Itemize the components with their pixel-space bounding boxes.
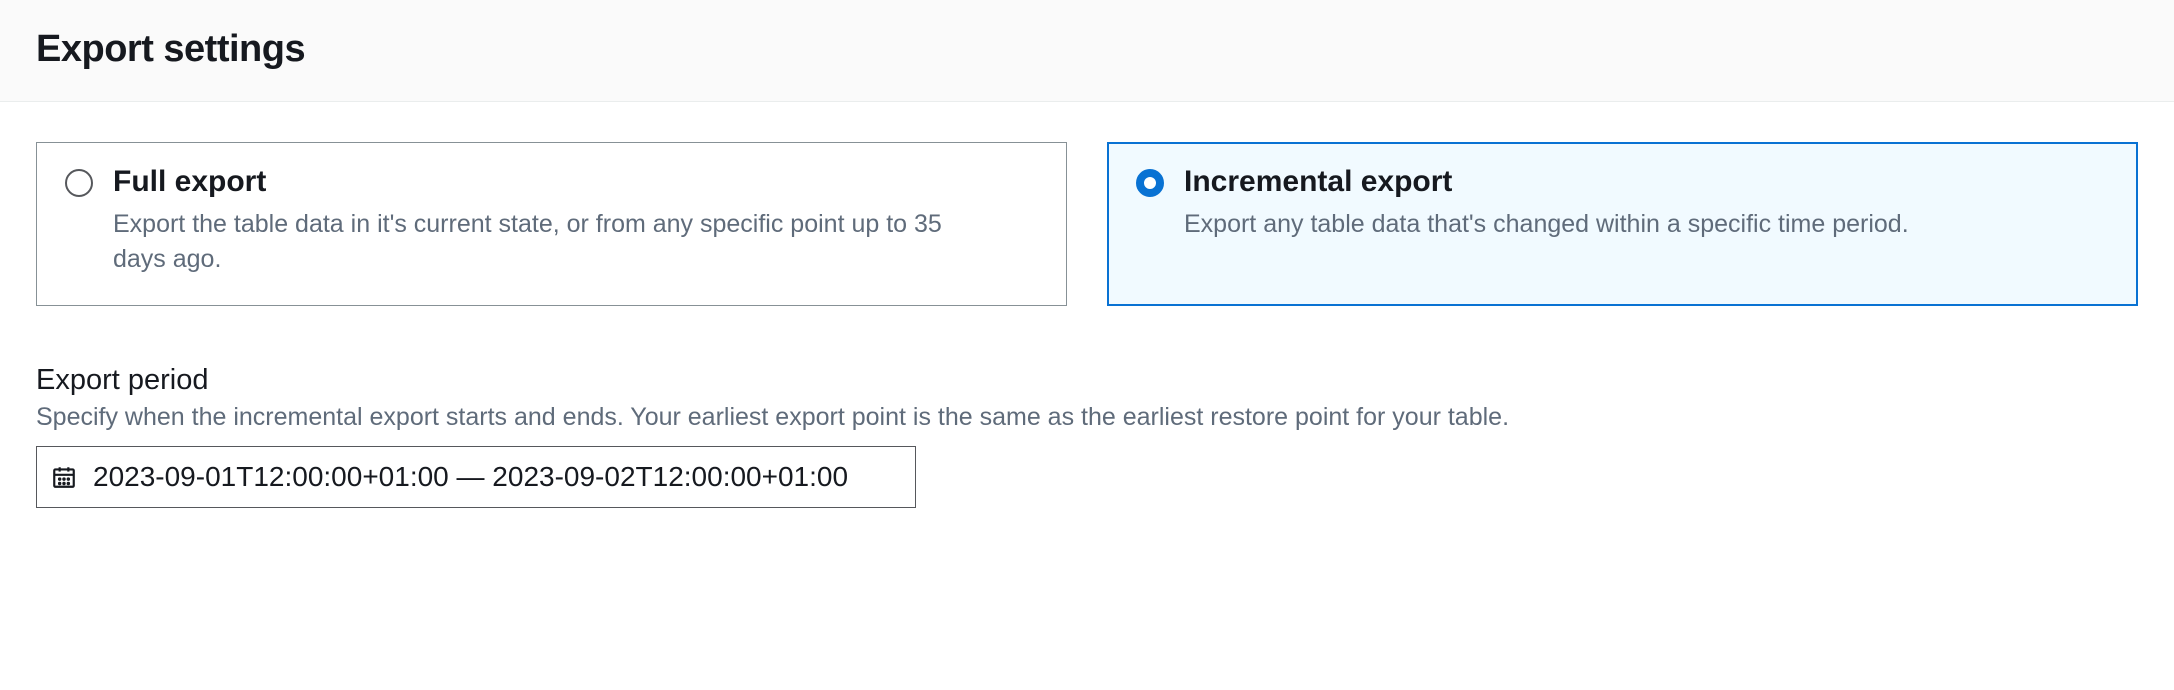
export-period-section: Export period Specify when the increment… <box>36 364 2138 508</box>
full-export-text: Full export Export the table data in it'… <box>113 165 1038 277</box>
export-period-label: Export period <box>36 364 2138 397</box>
incremental-export-option[interactable]: Incremental export Export any table data… <box>1107 142 2138 306</box>
incremental-export-title: Incremental export <box>1184 165 2109 199</box>
export-type-options: Full export Export the table data in it'… <box>36 142 2138 306</box>
incremental-export-text: Incremental export Export any table data… <box>1184 165 2109 242</box>
incremental-export-description: Export any table data that's changed wit… <box>1184 207 2063 242</box>
full-export-description: Export the table data in it's current st… <box>113 207 992 277</box>
settings-content: Full export Export the table data in it'… <box>0 102 2174 508</box>
export-period-input[interactable]: 2023-09-01T12:00:00+01:00 — 2023-09-02T1… <box>36 446 916 508</box>
export-period-value: 2023-09-01T12:00:00+01:00 — 2023-09-02T1… <box>93 461 848 493</box>
full-export-title: Full export <box>113 165 1038 199</box>
full-export-option[interactable]: Full export Export the table data in it'… <box>36 142 1067 306</box>
radio-unselected-icon <box>65 169 93 197</box>
page-title: Export settings <box>36 28 2138 71</box>
calendar-icon <box>51 464 79 490</box>
settings-header: Export settings <box>0 0 2174 102</box>
radio-selected-icon <box>1136 169 1164 197</box>
export-period-description: Specify when the incremental export star… <box>36 403 2138 432</box>
